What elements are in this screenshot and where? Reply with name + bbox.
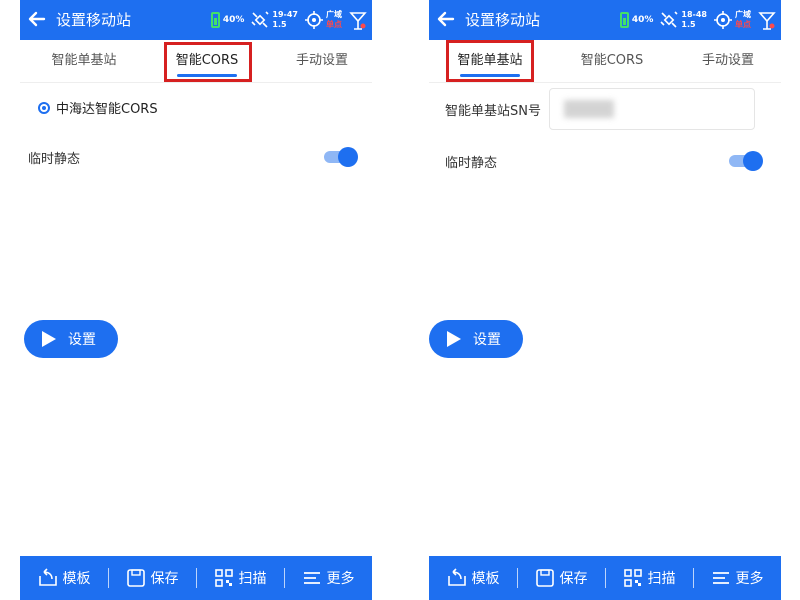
status-area: 40% 18-48 1.5 广域 单点: [619, 4, 777, 36]
status-area: 40% 19-47 1.5 广域 单点: [210, 4, 368, 36]
solution-mode: 广域: [735, 10, 751, 19]
save-label: 保存: [150, 571, 179, 587]
pdop-value: 1.5: [681, 20, 696, 29]
template-icon: [447, 568, 466, 586]
battery-icon: [619, 12, 629, 28]
battery-indicator: 40%: [210, 12, 245, 28]
temp-static-label: 临时静态: [28, 152, 81, 167]
phone-screen-smart-base-station: 设置移动站 40% 18-48 1.5 广域 单点 智能单基站 智能CORS 手…: [429, 0, 781, 600]
battery-icon: [210, 12, 220, 28]
bottom-toolbar: 模板 保存 扫描 更多: [429, 556, 781, 600]
satellite-indicator: 18-48 1.5: [659, 9, 707, 31]
scan-label: 扫描: [647, 571, 676, 587]
sn-label: 智能单基站SN号: [445, 104, 541, 119]
page-title: 设置移动站: [56, 11, 132, 29]
crosshair-icon: [305, 11, 323, 29]
redacted-sn: [564, 100, 614, 118]
tab-smart-cors[interactable]: 智能CORS: [562, 40, 662, 82]
satellite-count: 18-48: [681, 10, 707, 19]
page-title: 设置移动站: [465, 11, 541, 29]
back-arrow-icon[interactable]: [435, 8, 457, 30]
more-label: 更多: [326, 571, 355, 587]
scan-button[interactable]: 扫描: [196, 556, 284, 600]
satellite-icon: [660, 11, 678, 28]
tab-smart-base-station[interactable]: 智能单基站: [34, 40, 134, 82]
solution-status: 单点: [735, 20, 751, 29]
satellite-icon: [251, 11, 269, 28]
position-indicator: 广域 单点: [304, 10, 342, 30]
play-icon: [447, 331, 461, 347]
save-icon: [535, 569, 554, 587]
app-bar: 设置移动站 40% 18-48 1.5 广域 单点: [429, 0, 781, 40]
phone-screen-smart-cors: 设置移动站 40% 19-47 1.5 广域 单点 智能单基站 智能CORS 手…: [20, 0, 372, 600]
play-icon: [42, 331, 56, 347]
tab-bar: 智能单基站 智能CORS 手动设置: [20, 40, 372, 83]
more-label: 更多: [735, 571, 764, 587]
more-button[interactable]: 更多: [284, 556, 372, 600]
tab-label: 智能CORS: [580, 53, 644, 68]
template-label: 模板: [471, 571, 500, 587]
satellite-count: 19-47: [272, 10, 298, 19]
battery-indicator: 40%: [619, 12, 654, 28]
tab-manual-settings[interactable]: 手动设置: [272, 40, 372, 82]
back-arrow-icon[interactable]: [26, 8, 48, 30]
battery-percent: 40%: [631, 15, 654, 25]
radio-option-hi-target-cors[interactable]: 中海达智能CORS: [38, 98, 158, 117]
tab-bar: 智能单基站 智能CORS 手动设置: [429, 40, 781, 83]
menu-icon: [303, 572, 320, 584]
set-button-label: 设置: [473, 332, 501, 348]
template-button[interactable]: 模板: [20, 556, 108, 600]
tab-manual-settings[interactable]: 手动设置: [678, 40, 778, 82]
crosshair-icon: [714, 11, 732, 29]
tab-label: 手动设置: [295, 53, 348, 68]
save-button[interactable]: 保存: [108, 556, 196, 600]
scan-label: 扫描: [238, 571, 267, 587]
position-indicator: 广域 单点: [713, 10, 751, 30]
set-button[interactable]: 设置: [429, 320, 523, 358]
qr-code-icon: [623, 569, 642, 587]
solution-status: 单点: [326, 20, 342, 29]
template-icon: [38, 568, 57, 586]
tab-label: 智能单基站: [51, 53, 117, 68]
app-bar: 设置移动站 40% 19-47 1.5 广域 单点: [20, 0, 372, 40]
more-button[interactable]: 更多: [693, 556, 781, 600]
save-label: 保存: [559, 571, 588, 587]
tab-label: 手动设置: [701, 53, 754, 68]
radio-selected-icon: [38, 101, 50, 114]
set-button[interactable]: 设置: [24, 320, 118, 358]
solution-mode: 广域: [326, 10, 342, 19]
antenna-icon: [758, 12, 776, 30]
set-button-label: 设置: [68, 332, 96, 348]
temp-static-toggle[interactable]: [324, 146, 358, 168]
save-icon: [126, 569, 145, 587]
temp-static-toggle[interactable]: [729, 150, 763, 172]
qr-code-icon: [214, 569, 233, 587]
highlight-box: [446, 40, 534, 82]
satellite-indicator: 19-47 1.5: [250, 9, 298, 31]
bottom-toolbar: 模板 保存 扫描 更多: [20, 556, 372, 600]
radio-label: 中海达智能CORS: [56, 102, 158, 117]
antenna-icon: [349, 12, 367, 30]
pdop-value: 1.5: [272, 20, 287, 29]
scan-button[interactable]: 扫描: [605, 556, 693, 600]
temp-static-label: 临时静态: [445, 156, 498, 171]
template-button[interactable]: 模板: [429, 556, 517, 600]
highlight-box: [164, 42, 252, 82]
menu-icon: [712, 572, 729, 584]
battery-percent: 40%: [222, 15, 245, 25]
template-label: 模板: [62, 571, 91, 587]
sn-input[interactable]: [549, 88, 755, 130]
save-button[interactable]: 保存: [517, 556, 605, 600]
